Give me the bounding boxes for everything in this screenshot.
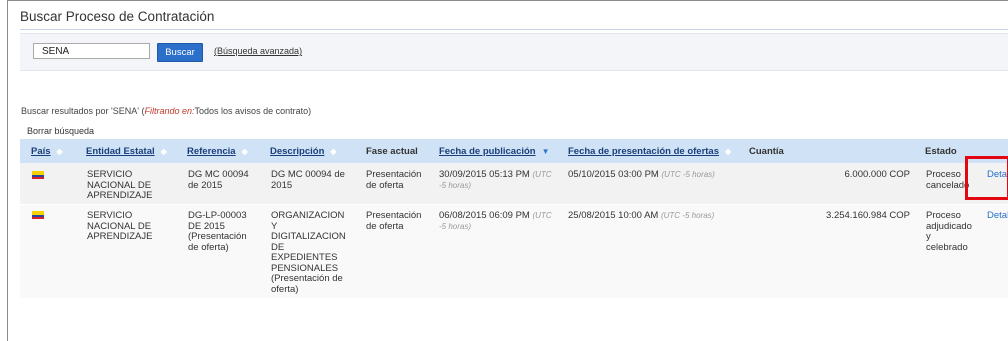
column-header-fecha-presentacion[interactable]: Fecha de presentación de ofertas ◆ (568, 146, 731, 157)
sort-icon: ◆ (330, 147, 337, 156)
page-title: Buscar Proceso de Contratación (20, 9, 215, 24)
referencia-line: de 2015 (188, 179, 223, 191)
referencia-cell: DG MC 00094 de 2015 (188, 169, 249, 191)
search-button[interactable]: Buscar (157, 43, 203, 62)
descripcion-line: EXPEDIENTES (271, 252, 338, 263)
fase-line: de oferta (366, 179, 404, 191)
colombia-flag-icon (32, 171, 44, 179)
fecha-publicacion-cell: 30/09/2015 05:13 PM (UTC -5 horas) (439, 169, 552, 191)
colombia-flag-icon (32, 211, 44, 219)
column-header-fase: Fase actual (366, 146, 418, 157)
fecha-presentacion-value: 05/10/2015 03:00 PM (568, 169, 659, 180)
descripcion-line: oferta) (271, 283, 299, 295)
results-summary: Buscar resultados por 'SENA' (Filtrando … (21, 106, 311, 116)
sort-icon: ◆ (725, 147, 732, 156)
column-header-label: Entidad Estatal (86, 146, 155, 157)
referencia-cell: DG-LP-00003 DE 2015 (Presentación de oferta… (188, 210, 247, 253)
estado-line: celebrado (926, 241, 968, 253)
filter-label: Filtrando en: (144, 106, 195, 116)
descripcion-cell: ORGANIZACION Y DIGITALIZACION DE EXPEDIENTES… (271, 210, 346, 295)
fase-line: de oferta (366, 220, 404, 232)
entidad-line: SERVICIO (87, 169, 133, 180)
cuantia-cell: 3.254.160.984 COP (826, 210, 910, 221)
clear-search-link[interactable]: Borrar búsqueda (27, 126, 94, 136)
referencia-line: (Presentación (188, 231, 247, 242)
fecha-publicacion-value: 06/08/2015 06:09 PM (439, 210, 530, 221)
entidad-line: SERVICIO (87, 210, 133, 221)
highlight-box (965, 156, 1008, 200)
sort-desc-icon: ▼ (541, 147, 550, 156)
column-header-label: Fecha de presentación de ofertas (568, 146, 719, 157)
fecha-publicacion-cell: 06/08/2015 06:09 PM (UTC -5 horas) (439, 210, 552, 232)
advanced-search-link[interactable]: (Búsqueda avanzada) (214, 46, 302, 56)
fecha-presentacion-value: 25/08/2015 10:00 AM (568, 210, 659, 221)
cuantia-cell: 6.000.000 COP (844, 169, 911, 180)
timezone-note: (UTC (532, 211, 552, 220)
referencia-line: DG MC 00094 (188, 169, 249, 180)
timezone-note: -5 horas) (439, 221, 472, 231)
fase-line: Presentación (366, 169, 422, 180)
timezone-note: (UTC -5 horas) (660, 211, 715, 220)
estado-line: y (926, 231, 931, 242)
fase-cell: Presentación de oferta (366, 169, 422, 191)
column-header-label: Referencia (187, 146, 236, 157)
sort-icon: ◆ (241, 147, 248, 156)
fase-line: Presentación (366, 210, 422, 221)
column-header-cuantia: Cuantía (749, 146, 784, 157)
descripcion-line: DIGITALIZACION (271, 231, 346, 242)
column-header-referencia[interactable]: Referencia ◆ (187, 146, 248, 157)
results-prefix: Buscar resultados por 'SENA' ( (21, 106, 145, 116)
column-header-estado: Estado (925, 146, 957, 157)
fecha-presentacion-cell: 25/08/2015 10:00 AM (UTC -5 horas) (568, 210, 715, 222)
sort-icon: ◆ (56, 147, 63, 156)
fecha-presentacion-cell: 05/10/2015 03:00 PM (UTC -5 horas) (568, 169, 715, 181)
search-input[interactable] (33, 43, 150, 59)
detail-link[interactable]: Detal (987, 210, 1008, 222)
entidad-cell: SERVICIO NACIONAL DE APRENDIZAJE (87, 169, 153, 202)
column-header-label: Fecha de publicación (439, 146, 536, 157)
fecha-publicacion-value: 30/09/2015 05:13 PM (439, 169, 530, 180)
estado-line: adjudicado (926, 220, 972, 232)
descripcion-line: (Presentación de (271, 273, 343, 284)
estado-cell: Proceso cancelado (926, 169, 970, 191)
estado-line: Proceso (926, 210, 961, 221)
title-divider (20, 29, 1008, 30)
column-header-fecha-publicacion[interactable]: Fecha de publicación ▼ (439, 146, 550, 157)
estado-line: cancelado (926, 179, 970, 191)
entidad-cell: SERVICIO NACIONAL DE APRENDIZAJE (87, 210, 153, 243)
column-header-label: País (31, 146, 51, 157)
sort-icon: ◆ (160, 147, 167, 156)
entidad-line: APRENDIZAJE (87, 231, 153, 242)
referencia-line: de oferta) (188, 241, 229, 253)
estado-line: Proceso (926, 169, 961, 180)
estado-cell: Proceso adjudicado y celebrado (926, 210, 972, 253)
timezone-note: -5 horas) (439, 180, 472, 190)
descripcion-line: ORGANIZACION (271, 210, 345, 221)
fase-cell: Presentación de oferta (366, 210, 422, 232)
timezone-note: (UTC (532, 170, 552, 179)
column-header-entidad[interactable]: Entidad Estatal ◆ (86, 146, 167, 157)
column-header-label: Descripción (270, 146, 325, 157)
referencia-line: DG-LP-00003 (188, 210, 247, 221)
entidad-line: APRENDIZAJE (87, 190, 153, 201)
column-header-descripcion[interactable]: Descripción ◆ (270, 146, 337, 157)
filter-value: Todos los avisos de contrato) (194, 106, 312, 116)
descripcion-cell: DG MC 00094 de 2015 (271, 169, 345, 191)
column-header-pais[interactable]: País ◆ (31, 146, 63, 157)
timezone-note: (UTC -5 horas) (661, 170, 715, 179)
descripcion-line: DG MC 00094 de (271, 169, 345, 180)
descripcion-line: 2015 (271, 179, 293, 191)
